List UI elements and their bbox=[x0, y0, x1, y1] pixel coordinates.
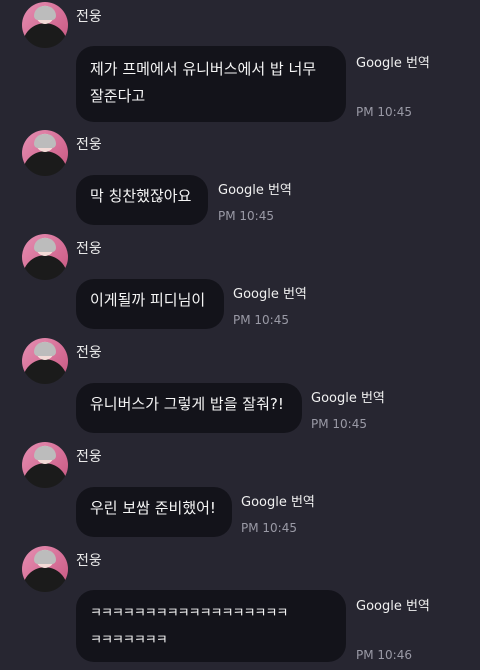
message-group: 전웅 제가 프메에서 유니버스에서 밥 너무 잘준다고 Google 번역 PM… bbox=[0, 0, 480, 124]
google-translate-link[interactable]: Google 번역 bbox=[311, 387, 385, 406]
sender-name: 전웅 bbox=[76, 241, 102, 257]
message-timestamp: PM 10:45 bbox=[241, 521, 297, 535]
avatar[interactable] bbox=[22, 2, 68, 48]
message-text-line: 유니버스가 그렇게 밥을 잘줘?! bbox=[90, 395, 284, 413]
message-text-line: 잘준다고 bbox=[90, 87, 146, 105]
sender-name: 전웅 bbox=[76, 9, 102, 25]
google-translate-link[interactable]: Google 번역 bbox=[233, 283, 307, 302]
google-translate-link[interactable]: Google 번역 bbox=[218, 179, 292, 198]
message-text-line: ㅋㅋㅋㅋㅋㅋㅋ bbox=[90, 633, 168, 648]
message-timestamp: PM 10:45 bbox=[218, 209, 274, 223]
sender-name: 전웅 bbox=[76, 449, 102, 465]
avatar[interactable] bbox=[22, 442, 68, 488]
avatar[interactable] bbox=[22, 234, 68, 280]
avatar[interactable] bbox=[22, 546, 68, 592]
avatar[interactable] bbox=[22, 338, 68, 384]
message-bubble[interactable]: ㅋㅋㅋㅋㅋㅋㅋㅋㅋㅋㅋㅋㅋㅋㅋㅋㅋㅋ ㅋㅋㅋㅋㅋㅋㅋ bbox=[76, 590, 346, 662]
sender-name: 전웅 bbox=[76, 553, 102, 569]
avatar[interactable] bbox=[22, 130, 68, 176]
sender-name: 전웅 bbox=[76, 345, 102, 361]
message-bubble[interactable]: 우린 보쌈 준비했어! bbox=[76, 487, 232, 537]
message-timestamp: PM 10:45 bbox=[311, 417, 367, 431]
message-timestamp: PM 10:45 bbox=[356, 105, 412, 119]
message-timestamp: PM 10:45 bbox=[233, 313, 289, 327]
message-bubble[interactable]: 유니버스가 그렇게 밥을 잘줘?! bbox=[76, 383, 302, 433]
message-text-line: 이게될까 피디님이 bbox=[90, 291, 206, 309]
message-text-line: ㅋㅋㅋㅋㅋㅋㅋㅋㅋㅋㅋㅋㅋㅋㅋㅋㅋㅋ bbox=[90, 606, 288, 621]
google-translate-link[interactable]: Google 번역 bbox=[356, 595, 430, 614]
message-timestamp: PM 10:46 bbox=[356, 648, 412, 662]
message-text-line: 제가 프메에서 유니버스에서 밥 너무 bbox=[90, 60, 317, 78]
google-translate-link[interactable]: Google 번역 bbox=[241, 491, 315, 510]
message-bubble[interactable]: 제가 프메에서 유니버스에서 밥 너무 잘준다고 bbox=[76, 46, 346, 122]
message-bubble[interactable]: 이게될까 피디님이 bbox=[76, 279, 224, 329]
message-text-line: 막 칭찬했잖아요 bbox=[90, 187, 192, 205]
google-translate-link[interactable]: Google 번역 bbox=[356, 52, 430, 71]
message-text-line: 우린 보쌈 준비했어! bbox=[90, 499, 216, 517]
sender-name: 전웅 bbox=[76, 137, 102, 153]
message-bubble[interactable]: 막 칭찬했잖아요 bbox=[76, 175, 208, 225]
